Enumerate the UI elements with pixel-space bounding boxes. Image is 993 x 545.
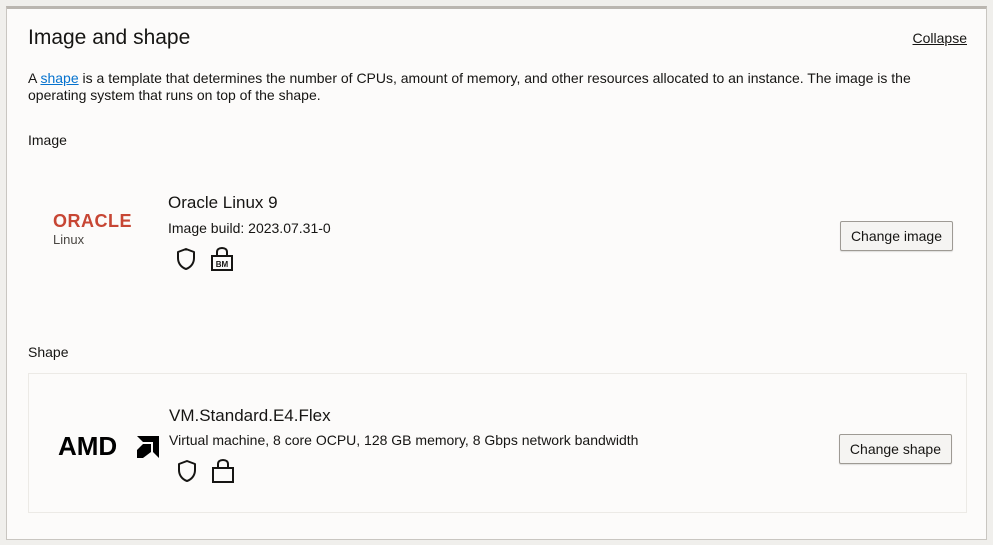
lock-icon <box>210 458 236 484</box>
panel-description: A shape is a template that determines th… <box>28 70 928 104</box>
shape-icons <box>176 458 236 484</box>
panel-title: Image and shape <box>28 26 191 49</box>
description-suffix: is a template that determines the number… <box>28 70 911 103</box>
shape-section-label: Shape <box>28 344 69 360</box>
change-image-button[interactable]: Change image <box>839 221 953 251</box>
shape-card: AMD VM.Standard.E4.Flex Virtual machine,… <box>28 373 967 513</box>
shield-icon <box>175 247 197 271</box>
shield-icon <box>176 459 198 483</box>
shape-details: Virtual machine, 8 core OCPU, 128 GB mem… <box>169 432 639 448</box>
shape-link[interactable]: shape <box>40 70 78 86</box>
amd-logo-text: AMD <box>58 431 117 461</box>
svg-text:BM: BM <box>216 260 229 269</box>
amd-logo: AMD <box>45 428 165 469</box>
description-prefix: A <box>28 70 41 86</box>
image-section-label: Image <box>28 132 67 148</box>
oracle-logo-text: ORACLE <box>53 211 132 231</box>
change-shape-button[interactable]: Change shape <box>838 434 952 464</box>
collapse-link[interactable]: Collapse <box>913 30 967 46</box>
image-icons: BM <box>175 246 235 272</box>
image-name: Oracle Linux 9 <box>168 193 278 212</box>
image-card: ORACLE Linux Oracle Linux 9 Image build:… <box>28 160 967 300</box>
linux-logo-text: Linux <box>53 232 85 247</box>
image-and-shape-panel: Image and shape Collapse A shape is a te… <box>6 6 987 540</box>
bare-metal-lock-icon: BM <box>209 246 235 272</box>
shape-name: VM.Standard.E4.Flex <box>169 406 331 425</box>
oracle-linux-logo: ORACLE Linux <box>44 208 164 253</box>
image-build: Image build: 2023.07.31-0 <box>168 220 331 236</box>
